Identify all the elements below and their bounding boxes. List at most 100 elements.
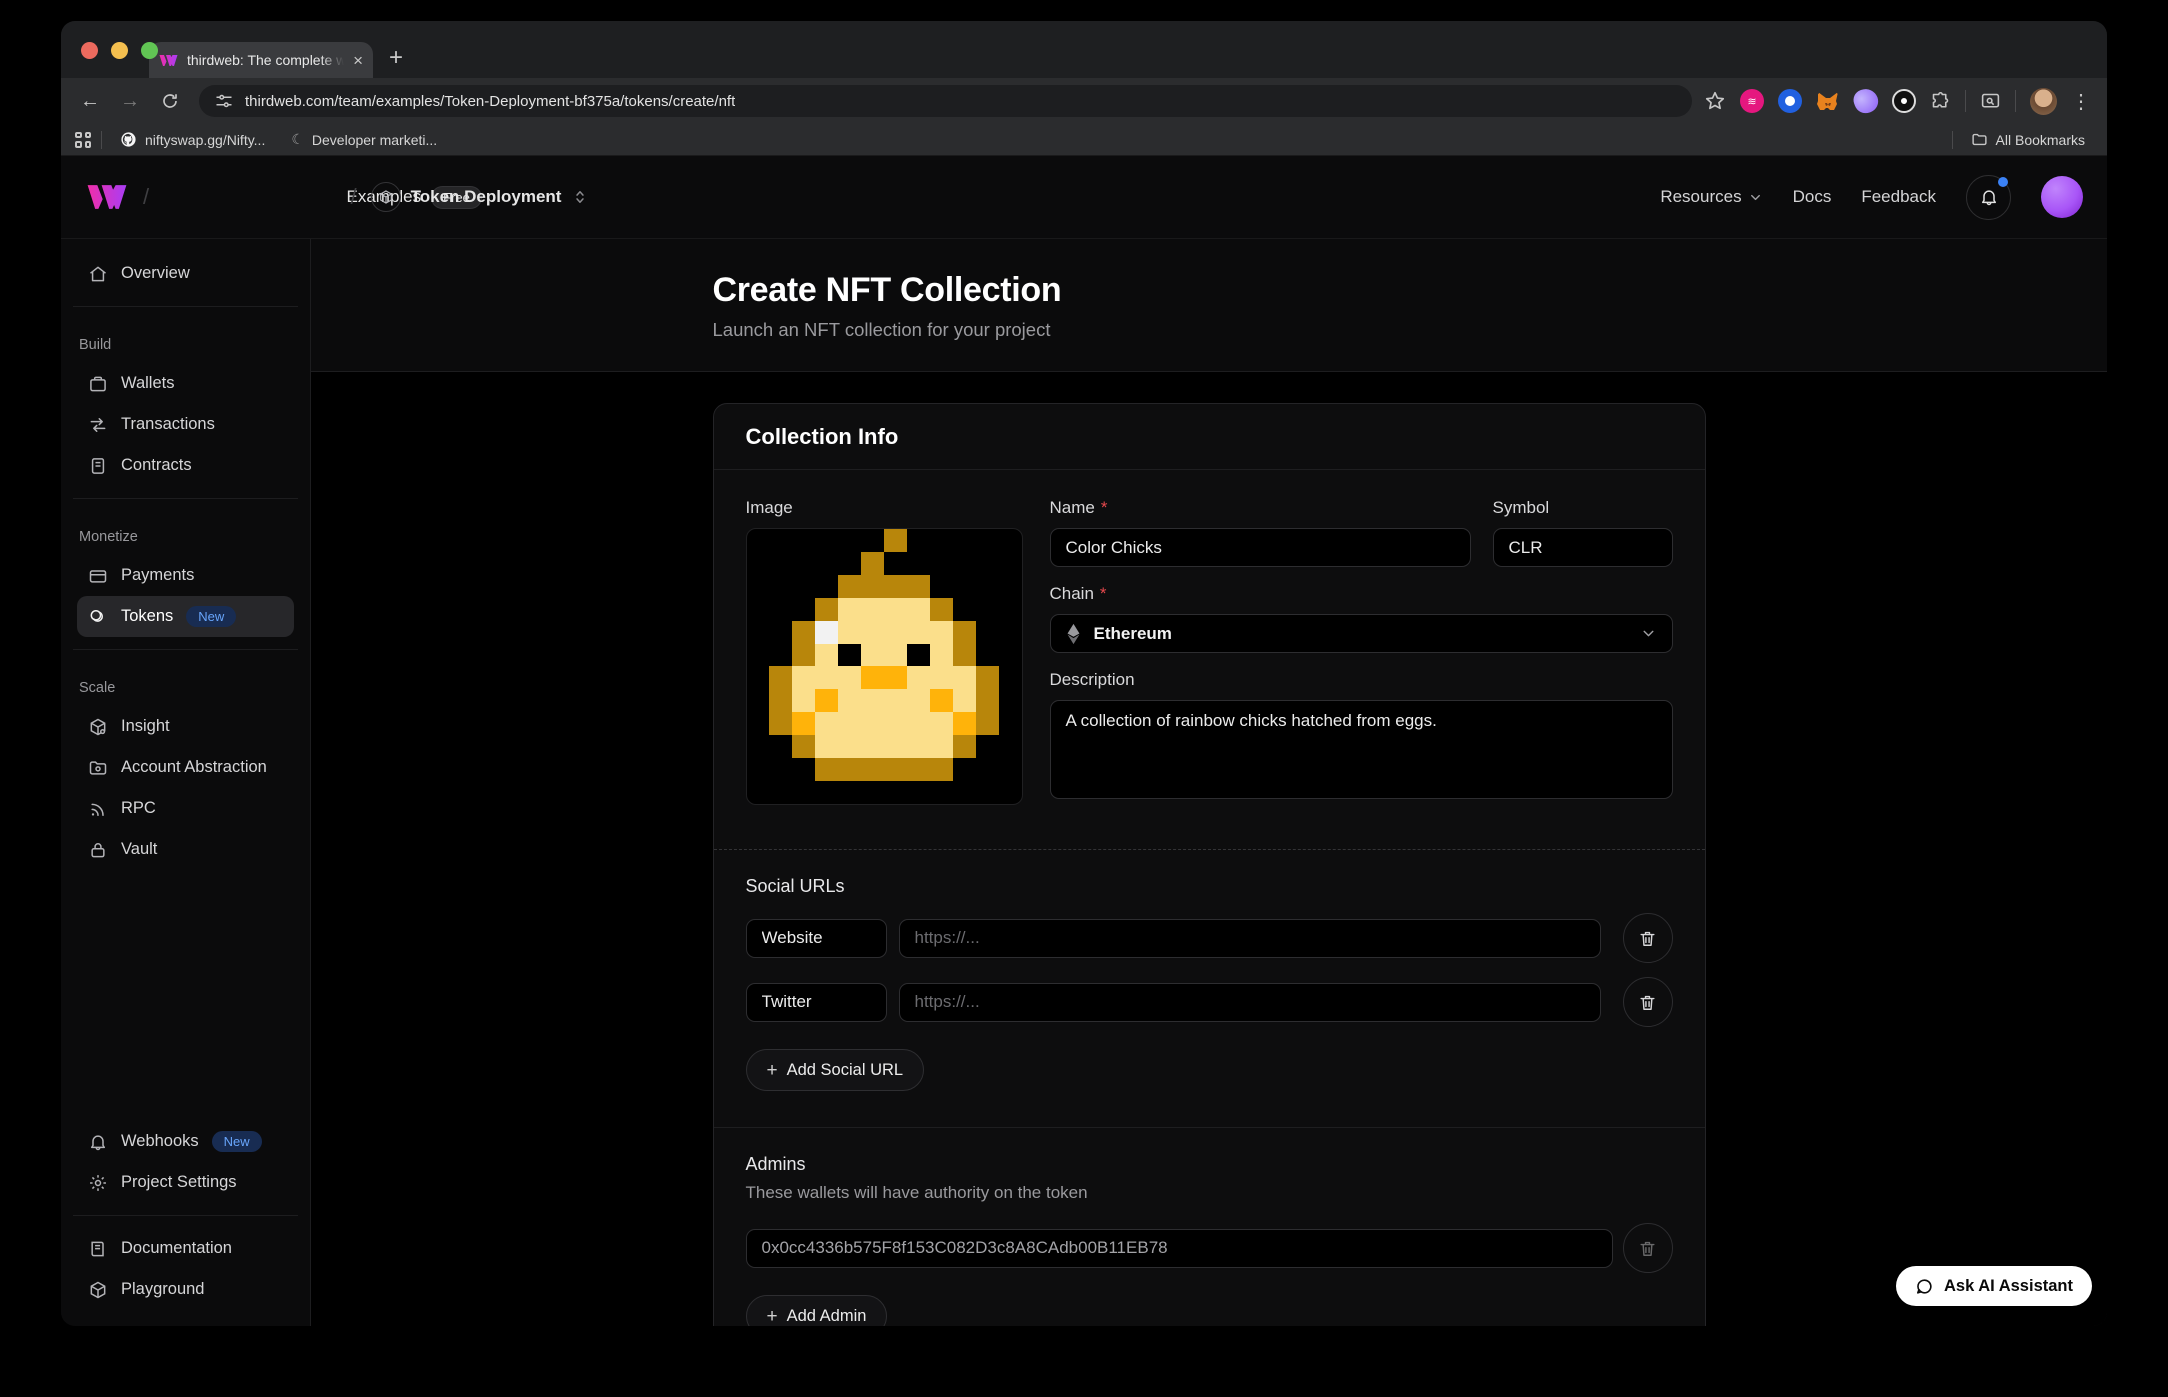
apps-grid-icon[interactable] xyxy=(75,132,91,148)
chevron-down-icon xyxy=(1748,190,1763,205)
extension-purple-icon[interactable] xyxy=(1851,86,1882,117)
delete-social-url-button[interactable] xyxy=(1623,977,1673,1027)
bookmark-star-icon[interactable] xyxy=(1704,90,1726,112)
sidebar-item-playground[interactable]: Playground xyxy=(77,1269,294,1310)
zoom-window-button[interactable] xyxy=(141,42,158,59)
social-url-input[interactable] xyxy=(899,919,1601,958)
profile-avatar[interactable] xyxy=(2030,88,2057,115)
add-social-url-label: Add Social URL xyxy=(787,1061,903,1080)
bookmark-item-niftyswap[interactable]: niftyswap.gg/Nifty... xyxy=(112,128,273,151)
sidebar-item-vault[interactable]: Vault xyxy=(77,829,294,870)
url-text[interactable]: thirdweb.com/team/examples/Token-Deploym… xyxy=(245,93,735,110)
project-switcher-icon[interactable] xyxy=(571,188,589,206)
extension-thirdweb-icon[interactable]: ≋ xyxy=(1740,89,1764,113)
resources-menu[interactable]: Resources xyxy=(1660,187,1762,207)
sidebar-item-project-settings[interactable]: Project Settings xyxy=(77,1162,294,1203)
social-url-row xyxy=(746,913,1673,963)
sidebar-item-rpc[interactable]: RPC xyxy=(77,788,294,829)
chick-pixel-art xyxy=(747,529,1022,804)
site-settings-icon[interactable] xyxy=(215,92,233,110)
thirdweb-logo[interactable] xyxy=(85,183,129,211)
bookmarks-divider xyxy=(101,131,102,149)
sidebar-item-wallets[interactable]: Wallets xyxy=(77,363,294,404)
sidebar-item-transactions[interactable]: Transactions xyxy=(77,404,294,445)
new-tab-button[interactable]: + xyxy=(389,44,403,72)
sidebar-item-insight[interactable]: Insight xyxy=(77,706,294,747)
social-url-input[interactable] xyxy=(899,983,1601,1022)
notification-dot xyxy=(1998,177,2008,187)
sidebar-label: Overview xyxy=(121,264,190,283)
name-input[interactable] xyxy=(1050,528,1471,567)
bell-icon xyxy=(1979,187,1999,207)
breadcrumb-separator: / xyxy=(143,184,149,210)
back-button[interactable]: ← xyxy=(73,84,107,118)
add-admin-button[interactable]: + Add Admin xyxy=(746,1295,888,1326)
sidebar-label: Account Abstraction xyxy=(121,758,267,777)
content-area: Collection Info Image xyxy=(311,372,2107,1326)
breadcrumb-team[interactable]: Examples Free xyxy=(163,186,336,209)
browser-tab[interactable]: thirdweb: The complete web3 × xyxy=(149,42,373,78)
extension-clock-icon[interactable] xyxy=(1892,89,1916,113)
account-avatar[interactable] xyxy=(2041,176,2083,218)
chain-select[interactable]: Ethereum xyxy=(1050,614,1673,653)
sidebar-item-webhooks[interactable]: Webhooks New xyxy=(77,1121,294,1162)
trash-icon xyxy=(1638,993,1657,1012)
admins-help-text: These wallets will have authority on the… xyxy=(746,1183,1673,1203)
sidebar-section-build: Build xyxy=(79,337,294,353)
chain-value: Ethereum xyxy=(1094,624,1627,644)
sidebar-item-account-abstraction[interactable]: Account Abstraction xyxy=(77,747,294,788)
sidebar-item-overview[interactable]: Overview xyxy=(77,253,294,294)
sidebar-item-contracts[interactable]: Contracts xyxy=(77,445,294,486)
sidebar-label: Webhooks xyxy=(121,1132,199,1151)
sidebar-label: Project Settings xyxy=(121,1173,237,1192)
tab-title: thirdweb: The complete web3 xyxy=(187,52,344,68)
url-bar[interactable]: thirdweb.com/team/examples/Token-Deploym… xyxy=(199,85,1692,117)
description-textarea[interactable]: A collection of rainbow chicks hatched f… xyxy=(1050,700,1673,799)
sidebar-item-documentation[interactable]: Documentation xyxy=(77,1228,294,1269)
admin-address-input[interactable] xyxy=(746,1229,1613,1268)
breadcrumb-project[interactable]: Token Deployment xyxy=(371,182,590,212)
all-bookmarks-button[interactable]: All Bookmarks xyxy=(1963,128,2093,151)
minimize-window-button[interactable] xyxy=(111,42,128,59)
collection-image-upload[interactable] xyxy=(746,528,1023,805)
social-platform-input[interactable] xyxy=(746,983,887,1022)
sidebar-label: Vault xyxy=(121,840,157,859)
thirdweb-favicon xyxy=(159,54,178,67)
browser-menu-icon[interactable]: ⋮ xyxy=(2071,89,2091,114)
folder-circle-icon xyxy=(88,758,108,778)
coins-icon xyxy=(88,607,108,627)
delete-social-url-button[interactable] xyxy=(1623,913,1673,963)
extension-metamask-icon[interactable] xyxy=(1816,89,1840,113)
window-controls xyxy=(81,42,158,59)
close-window-button[interactable] xyxy=(81,42,98,59)
project-name: Token Deployment xyxy=(411,187,562,207)
sidebar-item-payments[interactable]: Payments xyxy=(77,555,294,596)
tab-search-icon[interactable] xyxy=(1980,91,2001,112)
bookmark-item-developer[interactable]: ☾ Developer marketi... xyxy=(283,128,445,151)
thirdweb-app: / Examples Free / Token Deployment xyxy=(61,156,2107,1326)
ask-ai-assistant-button[interactable]: Ask AI Assistant xyxy=(1896,1266,2092,1306)
page-header: Create NFT Collection Launch an NFT coll… xyxy=(311,239,2107,372)
add-social-url-button[interactable]: + Add Social URL xyxy=(746,1049,925,1091)
sidebar-divider xyxy=(73,649,298,650)
extension-blue-icon[interactable] xyxy=(1778,89,1802,113)
home-icon xyxy=(88,264,108,284)
extensions-puzzle-icon[interactable] xyxy=(1930,91,1951,112)
resources-label: Resources xyxy=(1660,187,1741,207)
ethereum-icon xyxy=(1066,623,1081,645)
forward-button[interactable]: → xyxy=(113,84,147,118)
notifications-button[interactable] xyxy=(1966,175,2011,220)
breadcrumb-separator: / xyxy=(351,184,357,210)
tab-close-icon[interactable]: × xyxy=(353,52,363,69)
browser-toolbar: ← → thirdweb.com/team/examples/Token-Dep… xyxy=(61,78,2107,124)
reload-button[interactable] xyxy=(153,84,187,118)
docs-link[interactable]: Docs xyxy=(1793,187,1832,207)
tab-strip: thirdweb: The complete web3 × + xyxy=(61,21,2107,78)
symbol-input[interactable] xyxy=(1493,528,1673,567)
admins-label: Admins xyxy=(746,1154,1673,1175)
sidebar: Overview Build Wallets Transactions xyxy=(61,239,311,1326)
social-platform-input[interactable] xyxy=(746,919,887,958)
sidebar-item-tokens[interactable]: Tokens New xyxy=(77,596,294,637)
feedback-link[interactable]: Feedback xyxy=(1861,187,1936,207)
delete-admin-button[interactable] xyxy=(1623,1223,1673,1273)
